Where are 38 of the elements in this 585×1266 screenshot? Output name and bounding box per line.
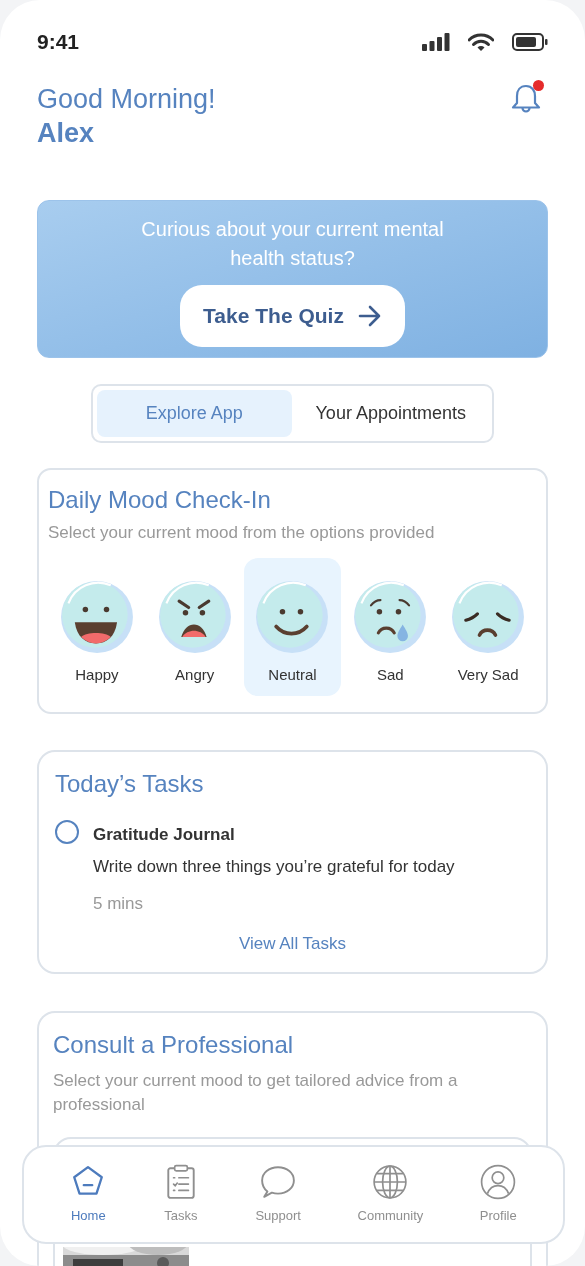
nav-item[interactable]: Support: [255, 1163, 301, 1226]
chat-bubble-icon: [260, 1163, 297, 1200]
mood-option[interactable]: Very Sad: [439, 557, 537, 696]
battery-icon: [512, 33, 548, 51]
mood-option[interactable]: Angry: [145, 557, 244, 696]
nav-item[interactable]: Community: [357, 1163, 424, 1226]
status-time: 9:41: [37, 29, 80, 56]
card-subtitle: Select your current mood from the options provided: [48, 522, 436, 544]
wifi-icon: [468, 32, 494, 52]
nav-item[interactable]: Profile: [479, 1163, 517, 1226]
angry-face-icon: [157, 579, 232, 654]
profile-icon: [480, 1163, 517, 1200]
nav-item[interactable]: Tasks: [162, 1163, 199, 1226]
card-title: Consult a Professional: [53, 1030, 295, 1060]
neutral-face-icon: [255, 579, 330, 654]
card-subtitle: Select your current mood to get tailored advice from a professional: [53, 1070, 459, 1116]
tab[interactable]: Explore App: [97, 390, 292, 437]
take-quiz-button[interactable]: Take The Quiz: [180, 285, 405, 347]
sad-face-icon: [353, 579, 428, 654]
card-title: Daily Mood Check-In: [48, 485, 272, 515]
arrow-right-icon: [357, 305, 382, 327]
nav-item[interactable]: Home: [70, 1163, 107, 1226]
card-title: Today’s Tasks: [55, 769, 205, 799]
mood-option[interactable]: Neutral: [243, 557, 342, 696]
task-duration: 5 mins: [93, 893, 145, 915]
banner-text: Curious about your current mental health status?: [140, 217, 445, 271]
user-name: Alex: [37, 117, 96, 150]
task-title: Gratitude Journal: [93, 824, 236, 846]
task-checkbox[interactable]: [55, 820, 79, 844]
very-sad-face-icon: [451, 579, 526, 654]
signal-icon: [422, 33, 450, 51]
globe-icon: [372, 1163, 409, 1200]
mood-option[interactable]: Happy: [48, 557, 146, 696]
view-all-tasks-link[interactable]: View All Tasks: [238, 930, 347, 956]
mood-option[interactable]: Sad: [341, 557, 440, 696]
greeting-text: Good Morning!: [37, 83, 216, 116]
happy-face-icon: [59, 579, 134, 654]
task-description: Write down three things you’re grateful for today: [93, 855, 455, 878]
